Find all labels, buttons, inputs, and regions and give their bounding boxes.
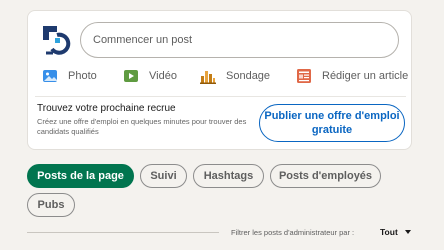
article-icon: [297, 69, 311, 83]
tab-hashtags[interactable]: Hashtags: [193, 164, 264, 188]
photo-action-button[interactable]: Photo: [42, 65, 97, 87]
caret-down-icon[interactable]: [405, 230, 411, 234]
tab-following[interactable]: Suivi: [140, 164, 187, 188]
photo-icon: [43, 70, 57, 82]
video-icon: [124, 70, 138, 82]
start-post-input[interactable]: Commencer un post: [80, 22, 399, 58]
filter-dropdown[interactable]: Tout: [380, 227, 398, 237]
write-article-button[interactable]: Rédiger un article: [296, 65, 408, 87]
poll-label: Sondage: [226, 70, 271, 82]
poll-icon: [200, 71, 216, 84]
photo-label: Photo: [68, 70, 97, 82]
publish-job-button[interactable]: Publier une offre d'emploi gratuite: [259, 104, 405, 142]
tab-page-posts[interactable]: Posts de la page: [27, 164, 134, 188]
video-action-button[interactable]: Vidéo: [123, 65, 177, 87]
section-divider: [27, 232, 219, 233]
recruit-title: Trouvez votre prochaine recrue: [37, 103, 176, 114]
card-divider: [35, 96, 406, 97]
filter-label: Filtrer les posts d'administrateur par :: [231, 228, 355, 237]
tab-employee-posts[interactable]: Posts d'employés: [270, 164, 381, 188]
company-logo[interactable]: [40, 23, 74, 57]
post-composer-card: Commencer un post Photo Vidéo Sondage Ré…: [27, 10, 412, 150]
article-label: Rédiger un article: [322, 70, 409, 82]
tab-ads[interactable]: Pubs: [27, 193, 75, 217]
video-label: Vidéo: [149, 70, 177, 82]
composer-actions: Photo Vidéo Sondage Rédiger un article: [28, 65, 411, 87]
recruit-subtitle: Créez une offre d'emploi en quelques min…: [37, 117, 247, 136]
poll-action-button[interactable]: Sondage: [200, 65, 270, 87]
